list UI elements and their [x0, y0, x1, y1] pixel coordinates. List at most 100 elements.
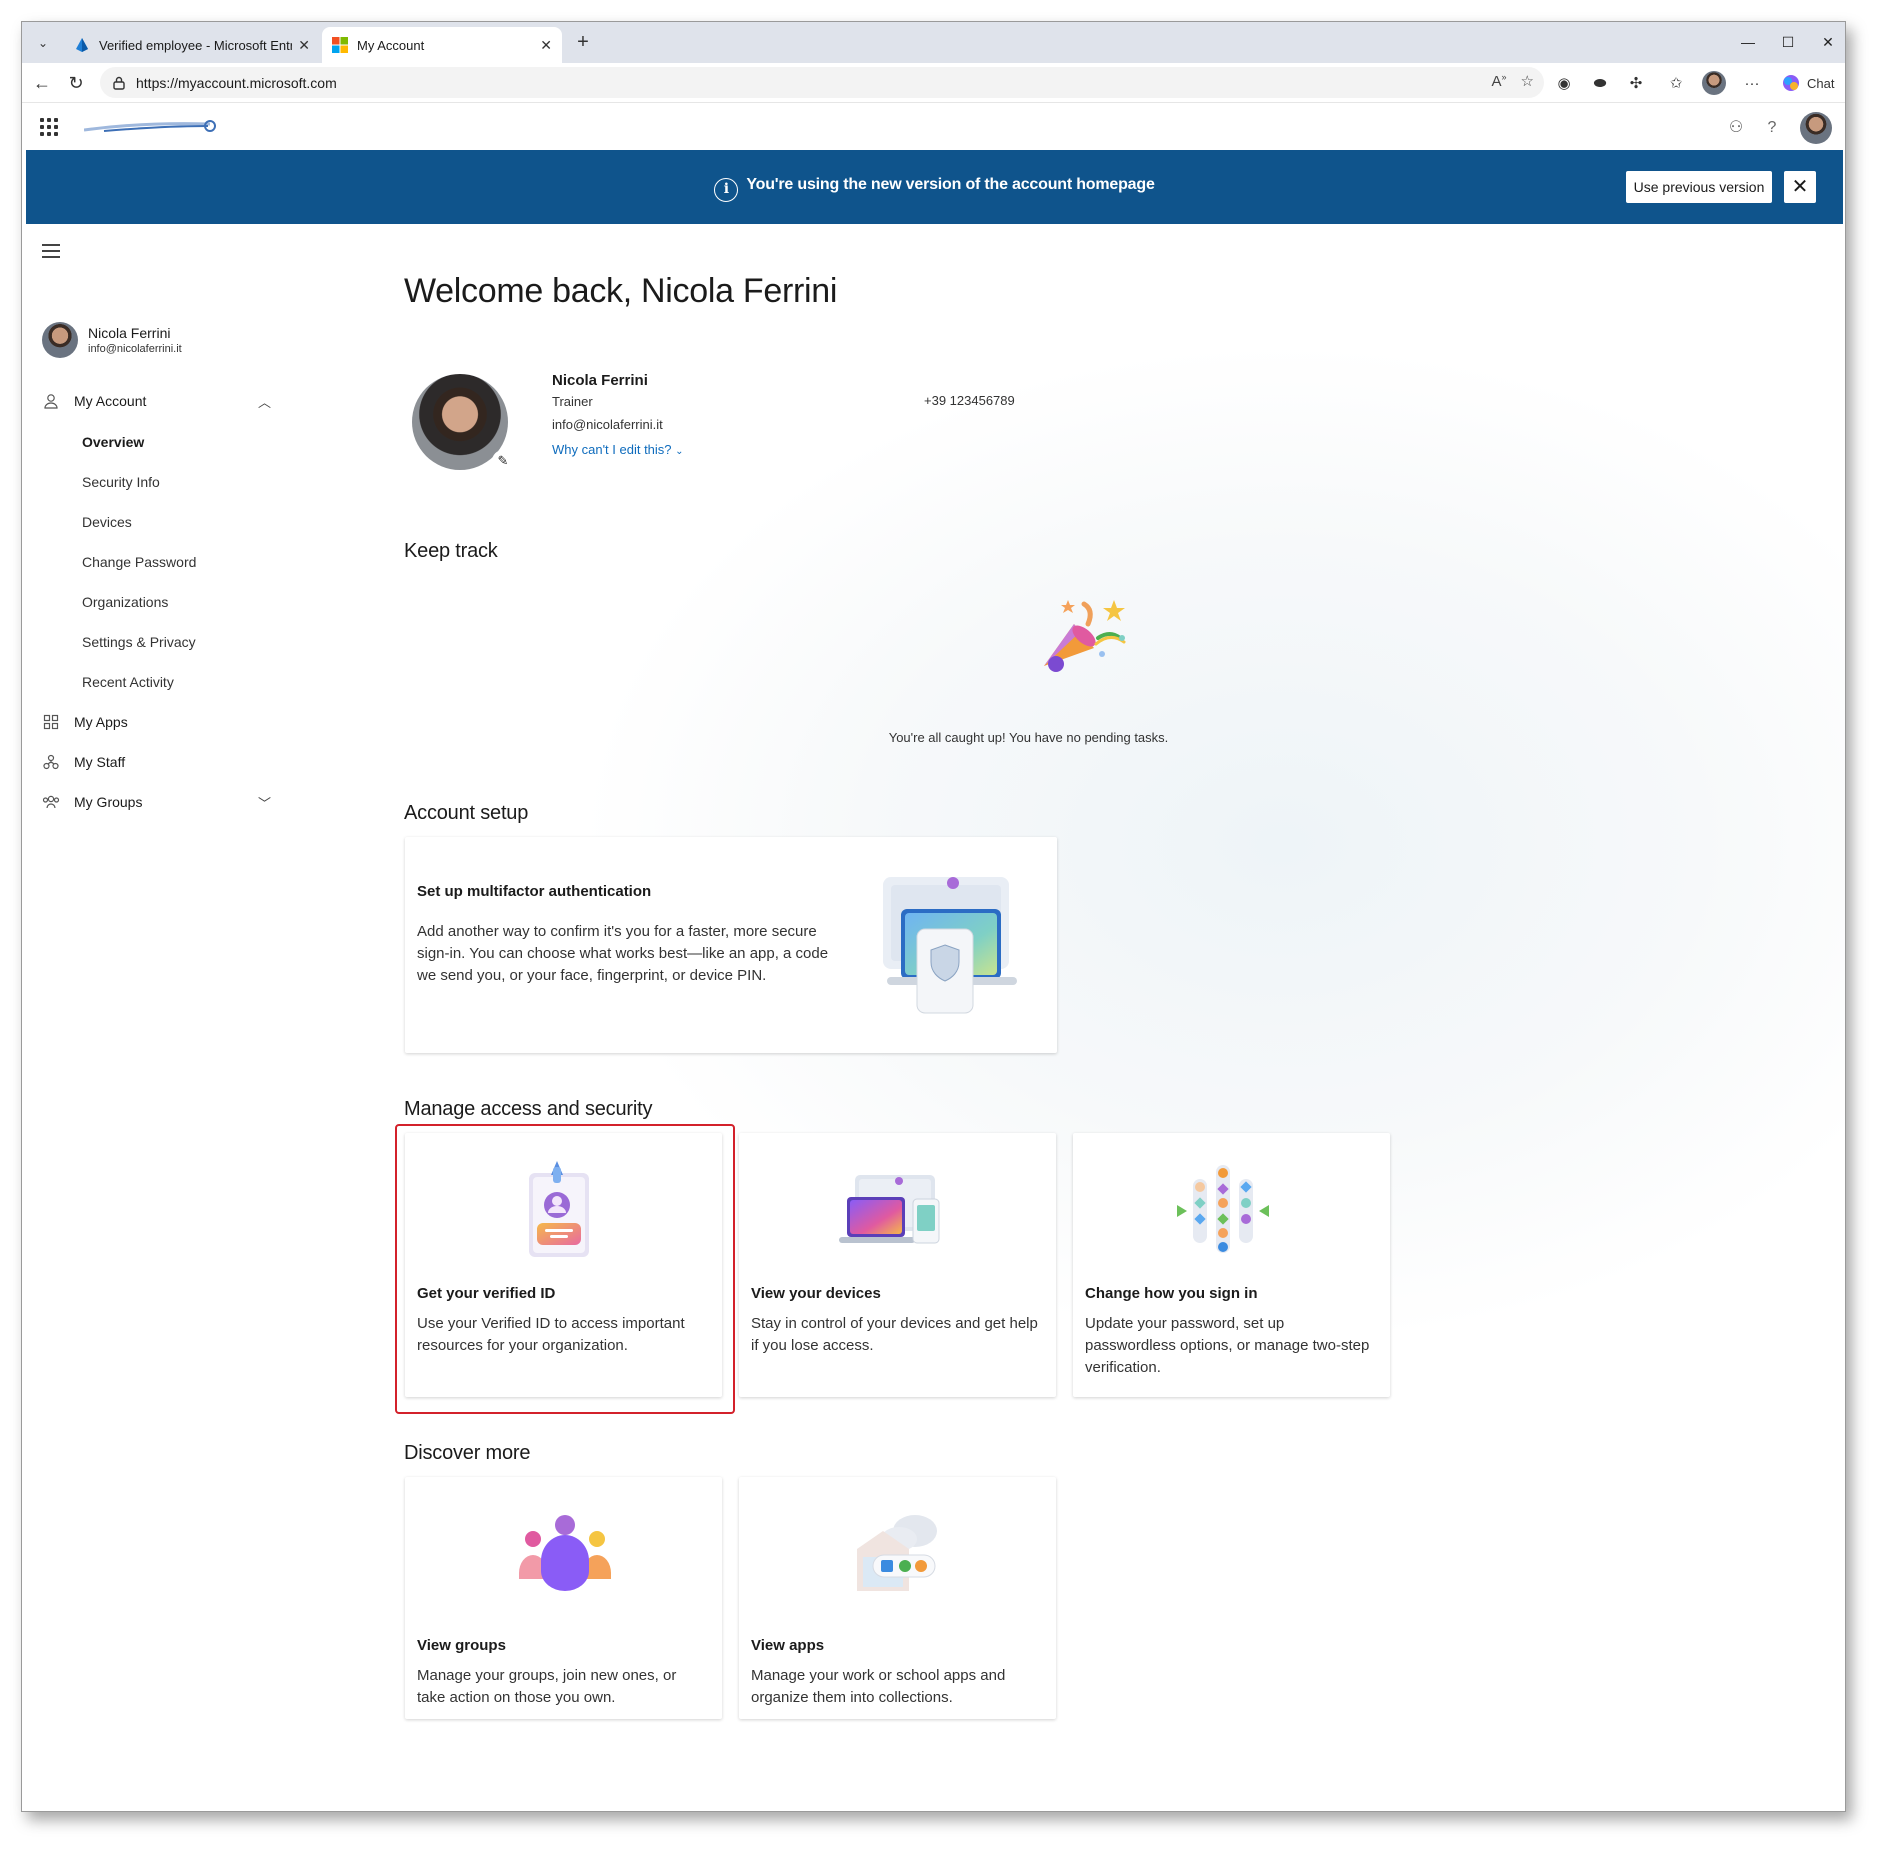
sidebar-subitem-overview[interactable]: Overview	[82, 434, 144, 450]
extension-shield-icon[interactable]: ◉	[1552, 71, 1576, 95]
copilot-chat-button[interactable]: Chat	[1775, 69, 1837, 97]
sign-in-methods-icon	[1177, 1165, 1269, 1253]
microsoft-logo-icon	[332, 37, 348, 53]
sidebar-subitem-organizations[interactable]: Organizations	[82, 594, 168, 610]
avatar	[42, 322, 78, 358]
card-description: Update your password, set up passwordles…	[1085, 1315, 1370, 1376]
app-header: ⚇ ?	[22, 104, 1845, 149]
sidebar-user-email: info@nicolaferrini.it	[88, 343, 182, 355]
banner-message: i You're using the new version of the acc…	[26, 176, 1843, 202]
tab-title: Verified employee - Microsoft Entra	[99, 37, 293, 53]
profile-avatar[interactable]	[1702, 71, 1726, 95]
close-banner-icon[interactable]: ✕	[1784, 171, 1816, 203]
more-options-icon[interactable]: ···	[1740, 71, 1764, 95]
extensions-puzzle-icon[interactable]: ✣	[1624, 71, 1648, 95]
account-avatar[interactable]	[1800, 112, 1832, 144]
maximize-icon[interactable]: ☐	[1768, 28, 1808, 56]
person-icon	[42, 392, 60, 410]
mfa-setup-card[interactable]: Set up multifactor authentication Add an…	[405, 837, 1057, 1053]
apps-grid-icon	[42, 713, 60, 731]
tab-my-account[interactable]: My Account ✕	[322, 27, 562, 63]
close-window-icon[interactable]: ✕	[1808, 28, 1845, 56]
view-apps-card[interactable]: View apps Manage your work or school app…	[739, 1477, 1056, 1719]
account-setup-heading: Account setup	[404, 802, 529, 824]
sidebar-item-my-staff[interactable]: My Staff	[42, 750, 125, 774]
sidebar-subitem-change-password[interactable]: Change Password	[82, 554, 196, 570]
org-chart-icon	[42, 753, 60, 771]
profile-email: info@nicolaferrini.it	[552, 417, 663, 432]
sidebar-subitem-settings-privacy[interactable]: Settings & Privacy	[82, 634, 196, 650]
sidebar-item-my-account[interactable]: My Account	[42, 389, 146, 413]
manage-access-heading: Manage access and security	[404, 1098, 653, 1120]
card-title: View apps	[751, 1637, 825, 1654]
organization-logo-icon	[84, 120, 216, 132]
sidebar-item-label: My Staff	[74, 754, 126, 770]
profile-name: Nicola Ferrini	[552, 372, 648, 389]
selection-highlight	[395, 1124, 735, 1414]
card-title: Set up multifactor authentication	[417, 883, 652, 900]
lock-icon	[113, 76, 125, 90]
chevron-down-icon: ⌄	[675, 446, 684, 457]
card-title: Change how you sign in	[1085, 1285, 1258, 1302]
copilot-icon	[1783, 75, 1799, 91]
new-tab-button[interactable]: +	[570, 30, 596, 56]
sidebar-subitem-devices[interactable]: Devices	[82, 514, 132, 530]
discover-more-heading: Discover more	[404, 1442, 531, 1464]
card-title: View your devices	[751, 1285, 881, 1302]
mfa-devices-icon	[883, 877, 1017, 1014]
minimize-icon[interactable]: —	[1728, 28, 1768, 56]
card-description: Manage your work or school apps and orga…	[751, 1667, 1006, 1706]
close-tab-icon[interactable]: ✕	[540, 37, 552, 54]
apps-cloud-icon	[857, 1515, 937, 1591]
new-version-banner: i You're using the new version of the acc…	[26, 150, 1843, 224]
sidebar-item-label: My Groups	[74, 794, 143, 810]
page-title: Welcome back, Nicola Ferrini	[404, 272, 838, 310]
profile-role: Trainer	[552, 394, 593, 409]
tab-verified-employee[interactable]: Verified employee - Microsoft Entra ✕	[64, 27, 320, 63]
profile-phone: +39 123456789	[924, 393, 1015, 408]
favorite-star-icon[interactable]: ☆	[1521, 72, 1534, 90]
page-content: Nicola Ferrini info@nicolaferrini.it My …	[22, 224, 1845, 1811]
back-arrow-icon[interactable]: ←	[28, 69, 56, 97]
edit-photo-pencil-icon[interactable]: ✎	[492, 450, 514, 472]
sidebar-item-label: My Account	[74, 393, 147, 409]
hamburger-menu-icon[interactable]	[42, 244, 60, 258]
view-devices-card[interactable]: View your devices Stay in control of you…	[739, 1133, 1056, 1397]
sidebar-user-name: Nicola Ferrini	[88, 325, 171, 341]
change-sign-in-card[interactable]: Change how you sign in Update your passw…	[1073, 1133, 1390, 1397]
sidebar-item-my-groups[interactable]: My Groups	[42, 790, 142, 814]
people-group-icon	[42, 793, 60, 811]
read-aloud-icon[interactable]: A»	[1492, 72, 1507, 90]
tab-title: My Account	[357, 37, 425, 53]
chevron-down-icon[interactable]: ﹀	[258, 793, 271, 812]
browser-window: ⌄ Verified employee - Microsoft Entra ✕ …	[21, 21, 1846, 1812]
use-previous-version-button[interactable]: Use previous version	[1626, 171, 1772, 203]
why-cant-edit-label: Why can't I edit this?	[552, 442, 672, 457]
tab-actions-button[interactable]: ⌄	[30, 30, 56, 56]
card-description: Manage your groups, join new ones, or ta…	[417, 1667, 677, 1706]
close-tab-icon[interactable]: ✕	[298, 37, 310, 54]
sidebar-subitem-recent-activity[interactable]: Recent Activity	[82, 674, 174, 690]
sidebar-subitem-security-info[interactable]: Security Info	[82, 474, 160, 490]
groups-people-icon	[519, 1515, 611, 1591]
devices-icon	[839, 1175, 940, 1244]
extension-circle-icon[interactable]: ⬬	[1588, 71, 1612, 95]
sidebar-item-label: My Apps	[74, 714, 128, 730]
card-title: View groups	[417, 1637, 506, 1654]
chevron-up-icon[interactable]: ︿	[258, 392, 271, 411]
tab-strip: ⌄ Verified employee - Microsoft Entra ✕ …	[22, 22, 1845, 63]
celebration-party-popper-icon	[1044, 600, 1126, 672]
address-bar[interactable]: https://myaccount.microsoft.com A» ☆	[100, 67, 1544, 98]
info-icon: i	[714, 178, 739, 202]
no-pending-tasks-text: You're all caught up! You have no pendin…	[888, 730, 1169, 745]
keep-track-heading: Keep track	[404, 540, 498, 562]
card-description: Add another way to confirm it's you for …	[417, 923, 829, 984]
why-cant-edit-link[interactable]: Why can't I edit this? ⌄	[552, 442, 684, 457]
app-launcher-icon[interactable]	[40, 118, 58, 136]
refresh-icon[interactable]: ↻	[62, 69, 90, 97]
organization-icon[interactable]: ⚇	[1724, 116, 1748, 140]
help-icon[interactable]: ?	[1760, 116, 1784, 140]
sidebar-user: Nicola Ferrini info@nicolaferrini.it	[42, 322, 182, 358]
favorites-icon[interactable]: ✩	[1664, 71, 1688, 95]
view-groups-card[interactable]: View groups Manage your groups, join new…	[405, 1477, 722, 1719]
